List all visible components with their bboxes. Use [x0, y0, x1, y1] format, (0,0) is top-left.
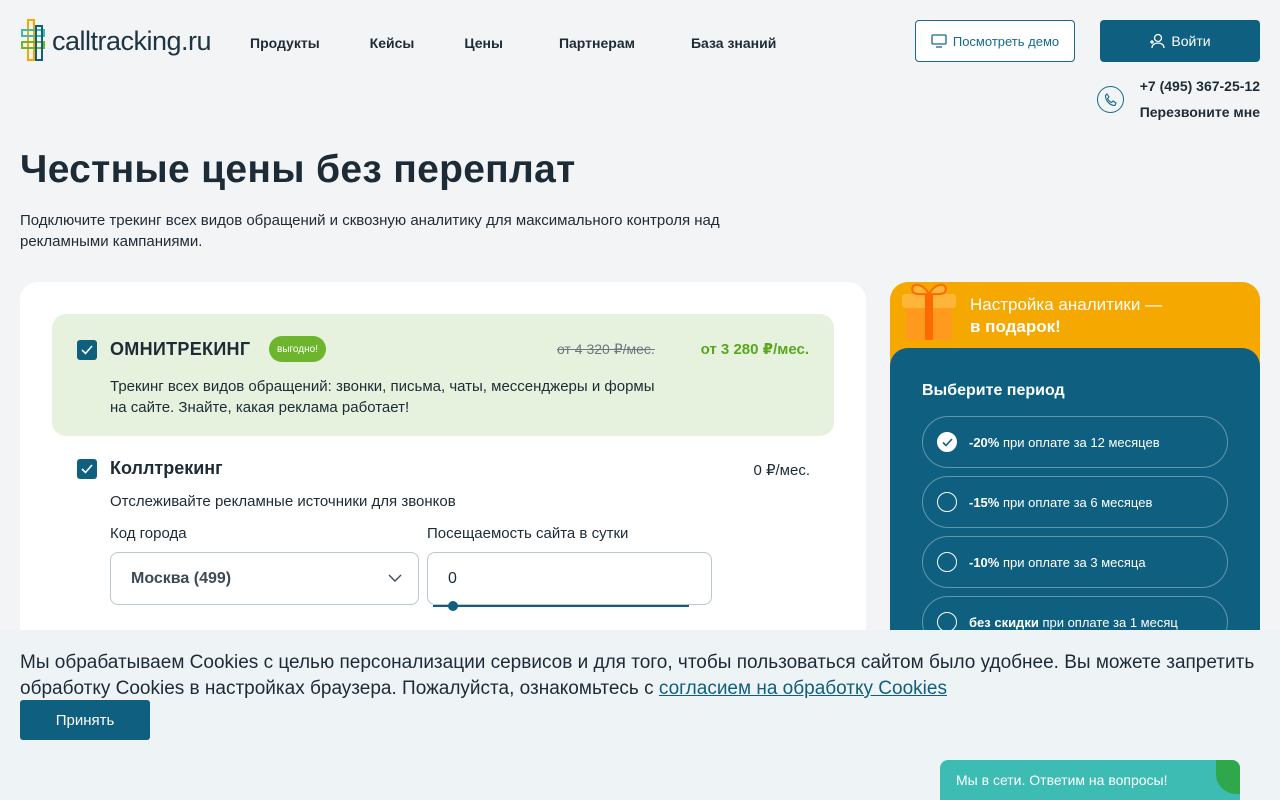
omnitracking-old-price: от 4 320 ₽/мес.: [557, 341, 655, 357]
visits-slider-track[interactable]: [433, 605, 689, 607]
period-option-discount: -10%: [969, 554, 1000, 570]
radio-checked-icon: [937, 432, 957, 452]
period-option-text: при оплате за 1 месяц: [1042, 614, 1178, 630]
period-option-label: -20% при оплате за 12 месяцев: [969, 435, 1160, 450]
page-subtitle: Подключите трекинг всех видов обращений …: [20, 212, 720, 250]
period-panel: Выберите период -20% при оплате за 12 ме…: [890, 348, 1260, 648]
monitor-icon: [931, 34, 947, 48]
main-nav: Продукты Кейсы Цены Партнерам База знани…: [250, 35, 826, 51]
period-option-discount: -20%: [969, 434, 1000, 450]
omnitracking-new-price: от 3 280 ₽/мес.: [700, 341, 809, 358]
omnitracking-block: ОМНИТРЕКИНГ выгодно! от 4 320 ₽/мес. от …: [52, 314, 834, 436]
phone-number[interactable]: +7 (495) 367-25-12: [1140, 78, 1260, 94]
check-icon: [81, 464, 93, 474]
chevron-down-icon: [388, 574, 402, 582]
login-button[interactable]: Войти: [1100, 20, 1260, 62]
radio-icon: [937, 492, 957, 512]
city-code-label: Код города: [110, 525, 187, 542]
visits-slider-handle[interactable]: [448, 601, 458, 611]
callback-link[interactable]: Перезвоните мне: [1140, 104, 1260, 120]
calltracking-price: 0 ₽/мес.: [753, 462, 810, 479]
period-option-text: при оплате за 6 месяцев: [1002, 494, 1153, 510]
nav-item-partners[interactable]: Партнерам: [559, 35, 635, 51]
nav-item-cases[interactable]: Кейсы: [370, 35, 415, 51]
nav-item-products[interactable]: Продукты: [250, 35, 320, 51]
radio-icon: [937, 552, 957, 572]
gift-box-icon: [902, 283, 956, 340]
nav-item-knowledge-base[interactable]: База знаний: [691, 35, 776, 51]
omnitracking-description: Трекинг всех видов обращений: звонки, пи…: [110, 378, 655, 416]
city-code-value: Москва (499): [131, 569, 232, 587]
visits-label: Посещаемость сайта в сутки: [427, 525, 629, 542]
period-option-12[interactable]: -20% при оплате за 12 месяцев: [922, 416, 1228, 468]
logo-text: calltracking.ru: [52, 25, 212, 56]
cookie-text: Мы обрабатываем Cookies с целью персонал…: [20, 650, 1260, 702]
site-header: calltracking.ru Продукты Кейсы Цены Парт…: [0, 0, 1280, 130]
logo-mark-icon: [21, 19, 45, 61]
page-title: Честные цены без переплат: [20, 148, 576, 191]
gift-text-line2: в подарок!: [970, 317, 1061, 336]
demo-button[interactable]: Посмотреть демо: [915, 20, 1075, 62]
period-option-label: без скидки при оплате за 1 месяц: [969, 615, 1178, 630]
period-option-label: -15% при оплате за 6 месяцев: [969, 495, 1152, 510]
profitable-badge: выгодно!: [269, 336, 326, 362]
period-option-discount: -15%: [969, 494, 1000, 510]
gift-text: Настройка аналитики — в подарок!: [970, 294, 1162, 338]
gift-text-line1: Настройка аналитики —: [970, 295, 1163, 314]
chat-widget[interactable]: Мы в сети. Ответим на вопросы!: [940, 760, 1240, 800]
leaf-icon: [1216, 760, 1240, 794]
logo[interactable]: calltracking.ru: [20, 18, 212, 64]
login-button-label: Войти: [1171, 33, 1211, 49]
period-option-6[interactable]: -15% при оплате за 6 месяцев: [922, 476, 1228, 528]
period-option-text: при оплате за 3 месяца: [1002, 554, 1146, 570]
period-option-text: при оплате за 12 месяцев: [1002, 434, 1160, 450]
demo-button-label: Посмотреть демо: [952, 33, 1060, 49]
calltracking-checkbox[interactable]: [77, 459, 97, 479]
period-option-3[interactable]: -10% при оплате за 3 месяца: [922, 536, 1228, 588]
calltracking-description: Отслеживайте рекламные источники для зво…: [110, 493, 456, 510]
radio-icon: [937, 612, 957, 632]
period-option-label: -10% при оплате за 3 месяца: [969, 555, 1146, 570]
period-option-discount: без скидки: [969, 614, 1039, 630]
user-icon: [1150, 33, 1166, 49]
chat-label: Мы в сети. Ответим на вопросы!: [956, 772, 1168, 788]
cookie-message: Мы обрабатываем Cookies с целью персонал…: [20, 652, 1255, 699]
calltracking-title: Коллтрекинг: [110, 458, 223, 478]
visits-value: 0: [448, 569, 457, 587]
cookie-consent-link[interactable]: согласием на обработку Cookies: [659, 678, 947, 699]
check-icon: [81, 345, 93, 355]
period-title: Выберите период: [922, 382, 1065, 399]
city-code-select[interactable]: Москва (499): [110, 552, 419, 605]
accept-cookies-button[interactable]: Принять: [20, 700, 150, 740]
nav-item-prices[interactable]: Цены: [464, 35, 503, 51]
omnitracking-checkbox[interactable]: [77, 340, 97, 360]
omnitracking-title: ОМНИТРЕКИНГ: [110, 339, 251, 359]
visits-input[interactable]: 0: [427, 552, 712, 605]
phone-icon[interactable]: [1097, 86, 1124, 113]
